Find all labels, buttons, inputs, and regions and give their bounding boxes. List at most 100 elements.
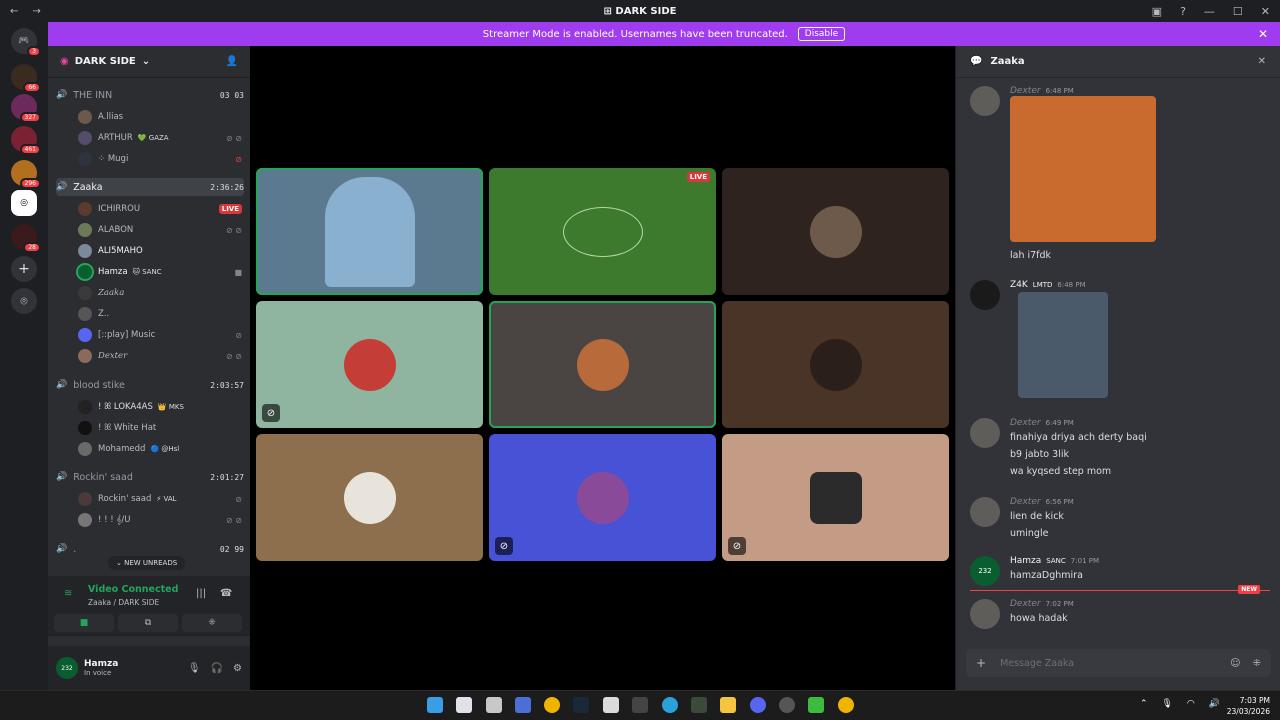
voice-channel-active[interactable]: 🔊 Zaaka 2:36:26 (56, 178, 244, 196)
app-icon[interactable] (779, 697, 795, 713)
screen-share-button[interactable]: ⧉ (118, 614, 178, 632)
voice-user[interactable]: Z.. (78, 305, 242, 323)
avatar[interactable] (970, 280, 1000, 310)
author-name[interactable]: Z4K (1010, 280, 1028, 290)
voice-user[interactable]: A.llias (78, 108, 242, 126)
image-attachment[interactable] (1018, 292, 1108, 398)
minimize-button[interactable]: — (1204, 5, 1215, 18)
microphone-icon[interactable]: 🎙 (1161, 699, 1172, 709)
voice-user[interactable]: ⁘ Mugi ⊘ (78, 150, 242, 168)
inbox-icon[interactable]: ▣ (1152, 5, 1162, 18)
voice-user[interactable]: ALABON ⊘ ⊘ (78, 221, 242, 239)
voice-user[interactable]: ! ! ! 𝄞/U ⊘ ⊘ (78, 511, 242, 529)
discord-home-icon[interactable]: 🎮 3 (11, 28, 41, 57)
voice-user[interactable]: Rockin' saad ⚡ VAL ⊘ (78, 490, 242, 508)
voice-user[interactable]: ARTHUR 💚 GAZA ⊘ ⊘ (78, 129, 242, 147)
headphones-icon[interactable]: 🎧 (211, 663, 223, 674)
task-view-icon[interactable] (456, 697, 472, 713)
message-input[interactable]: Message Zaaka (1000, 658, 1074, 669)
chrome-icon[interactable] (544, 697, 560, 713)
new-unreads-button[interactable]: ⌄ NEW UNREADS (108, 556, 186, 570)
telegram-icon[interactable] (662, 697, 678, 713)
discover-icon[interactable]: ⌾ (11, 288, 37, 314)
voice-channel[interactable]: 🔊 Rockin' saad 2:01:27 (56, 468, 244, 486)
connection-channel[interactable]: Zaaka / DARK SIDE (88, 598, 159, 607)
connection-status[interactable]: Video Connected (88, 584, 178, 595)
server-icon[interactable]: 327 (11, 94, 41, 123)
video-tile[interactable] (722, 301, 949, 428)
video-tile[interactable] (256, 434, 483, 561)
emoji-icon[interactable]: ☺ (1230, 658, 1240, 669)
volume-icon[interactable]: 🔊 (1209, 699, 1220, 709)
server-icon[interactable]: 66 (11, 64, 41, 93)
avatar[interactable] (970, 497, 1000, 527)
add-friend-icon[interactable]: 👤 (226, 56, 238, 67)
server-icon[interactable]: 461 (11, 126, 41, 155)
voice-channel[interactable]: 🔊 blood stike 2:03:57 (56, 376, 244, 394)
video-tile-stream[interactable]: LIVE (489, 168, 716, 295)
voice-user[interactable]: ICHIRROU LIVE (78, 200, 242, 218)
banner-close-icon[interactable]: ✕ (1258, 27, 1268, 41)
activities-button[interactable]: ⁜ (182, 614, 242, 632)
avatar[interactable]: 232 (970, 556, 1000, 586)
chrome-icon[interactable] (838, 697, 854, 713)
help-icon[interactable]: ? (1180, 5, 1186, 18)
apps-icon[interactable]: ⁜ (1253, 658, 1261, 669)
avatar[interactable] (970, 418, 1000, 448)
noise-suppression-icon[interactable]: ||| (196, 588, 206, 599)
author-name[interactable]: Dexter (1010, 418, 1041, 428)
dark-side-server-icon[interactable]: ◎ (11, 190, 37, 216)
video-tile[interactable] (489, 301, 716, 428)
clock[interactable]: 7:03 PM 23/03/2026 (1227, 695, 1270, 717)
server-icon[interactable]: 296 (11, 160, 41, 189)
close-button[interactable]: ✕ (1261, 5, 1270, 18)
voice-user[interactable]: [::play] Music ⊘ (78, 326, 242, 344)
author-name[interactable]: Dexter (1010, 599, 1041, 609)
disable-button[interactable]: Disable (797, 27, 846, 41)
store-icon[interactable] (603, 697, 619, 713)
camera-toggle-button[interactable]: ■ (54, 614, 114, 632)
avatar[interactable] (970, 599, 1000, 629)
user-info[interactable]: Hamza In voice (84, 659, 118, 677)
app-icon[interactable] (691, 697, 707, 713)
start-icon[interactable] (427, 697, 443, 713)
author-name[interactable]: Hamza (1010, 556, 1041, 566)
server-header[interactable]: ◉ DARK SIDE ⌄ 👤 (48, 46, 250, 78)
todo-icon[interactable] (486, 697, 502, 713)
add-server-icon[interactable]: + (11, 256, 37, 282)
avatar[interactable] (970, 86, 1000, 116)
voice-user[interactable]: Dexter ⊘ ⊘ (78, 347, 242, 365)
maximize-button[interactable]: ☐ (1233, 5, 1243, 18)
voice-user[interactable]: Mohamedd 🔵 @Hsl (78, 440, 242, 458)
disconnect-icon[interactable]: ☎ (220, 588, 232, 599)
add-attachment-icon[interactable]: + (976, 656, 986, 670)
video-tile-webcam[interactable] (256, 168, 483, 295)
discord-taskbar-icon[interactable] (750, 697, 766, 713)
avatar[interactable]: 232 (56, 657, 78, 679)
voice-user[interactable]: ! ꕤ LOKA4AS 👑 MKS (78, 398, 242, 416)
chevron-up-icon[interactable]: ⌃ (1140, 699, 1148, 709)
file-explorer-icon[interactable] (720, 697, 736, 713)
voice-user[interactable]: Hamza 🐱 SANC ■ (76, 263, 242, 281)
voice-channel[interactable]: 🔊 THE INN 03 03 (56, 86, 244, 104)
voice-user[interactable]: Zaaka (78, 284, 242, 302)
voice-user[interactable]: ! ꕤ White Hat (78, 419, 242, 437)
close-icon[interactable]: ✕ (1258, 56, 1266, 67)
steam-icon[interactable] (573, 697, 589, 713)
voice-user[interactable]: ALI5MAHO (78, 242, 242, 260)
video-tile[interactable]: ⊘ (489, 434, 716, 561)
microphone-icon[interactable]: 🎙 (188, 663, 201, 674)
wifi-icon[interactable]: ◠ (1187, 699, 1195, 709)
server-icon[interactable]: 28 (11, 224, 41, 253)
video-tile[interactable]: ⊘ (722, 434, 949, 561)
signal-icon[interactable]: ≋ (64, 588, 72, 599)
author-name[interactable]: Dexter (1010, 86, 1041, 96)
terminal-icon[interactable] (632, 697, 648, 713)
video-tile[interactable]: ⊘ (256, 301, 483, 428)
app-icon[interactable] (515, 697, 531, 713)
gear-icon[interactable]: ⚙ (233, 663, 242, 674)
video-tile[interactable] (722, 168, 949, 295)
author-name[interactable]: Dexter (1010, 497, 1041, 507)
app-icon[interactable] (808, 697, 824, 713)
image-attachment[interactable] (1010, 96, 1156, 242)
